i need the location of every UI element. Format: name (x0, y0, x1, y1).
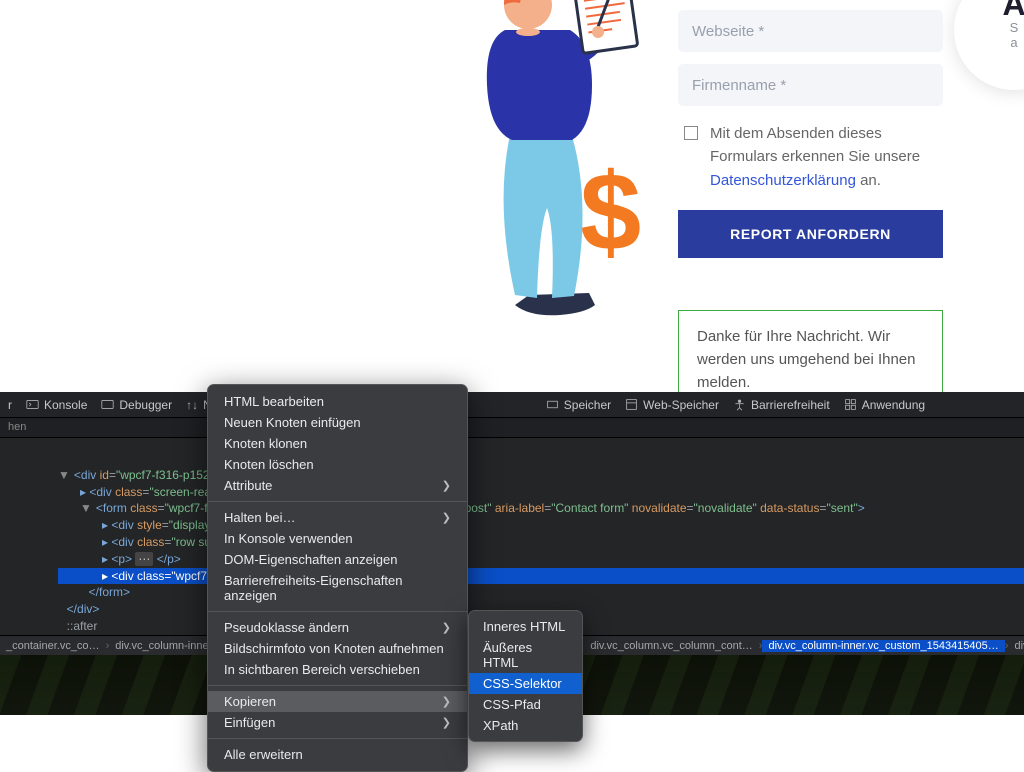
consent-text: Mit dem Absenden dieses Formulars erkenn… (710, 122, 943, 192)
dom-selected-node: ▸ <div class="wpcf7-res… (58, 568, 1024, 585)
person-illustration: $ (460, 0, 660, 340)
ctx-pseudo-class[interactable]: Pseudoklasse ändern❯ (208, 617, 467, 638)
ctx-clone-node[interactable]: Knoten klonen (208, 433, 467, 454)
ctx-scroll-into[interactable]: In sichtbaren Bereich verschieben (208, 659, 467, 680)
copy-inner-html[interactable]: Inneres HTML (469, 616, 582, 637)
copy-submenu: Inneres HTML Äußeres HTML CSS-Selektor C… (468, 610, 583, 742)
tab-webstorage[interactable]: Web-Speicher (625, 398, 719, 412)
tab-debugger[interactable]: Debugger (101, 398, 172, 412)
webpage-area: $ (0, 0, 1024, 395)
tab-memory[interactable]: Speicher (546, 398, 611, 412)
submit-button[interactable]: REPORT ANFORDERN (678, 210, 943, 258)
ctx-sep (208, 501, 467, 502)
crumb[interactable]: div.vc_column-inner. (109, 640, 220, 652)
crumb[interactable]: div.wpb_wrapper (1008, 640, 1024, 652)
ctx-break-on[interactable]: Halten bei…❯ (208, 507, 467, 528)
ctx-sep (208, 738, 467, 739)
badge-letter: A (1002, 0, 1024, 20)
tab-application[interactable]: Anwendung (844, 398, 925, 412)
copy-xpath[interactable]: XPath (469, 715, 582, 736)
contact-form: Mit dem Absenden dieses Formulars erkenn… (678, 10, 943, 410)
ctx-delete-node[interactable]: Knoten löschen (208, 454, 467, 475)
ctx-expand-all[interactable]: Alle erweitern (208, 744, 467, 765)
ctx-paste[interactable]: Einfügen❯ (208, 712, 467, 733)
devtools-tabs: r Konsole Debugger ↑↓Netz Speicher Web-S… (0, 392, 1024, 418)
company-field[interactable] (678, 64, 943, 106)
devtools-search-bar[interactable]: hen (0, 418, 1024, 438)
tab-accessibility[interactable]: Barrierefreiheit (733, 398, 830, 412)
ctx-sep (208, 611, 467, 612)
privacy-link[interactable]: Datenschutzerklärung (710, 172, 856, 189)
crumb[interactable]: div.vc_column.vc_column_cont… (584, 640, 758, 652)
tab-console[interactable]: Konsole (26, 398, 87, 412)
ctx-edit-html[interactable]: HTML bearbeiten (208, 391, 467, 412)
svg-text:$: $ (580, 151, 641, 274)
context-menu: HTML bearbeiten Neuen Knoten einfügen Kn… (207, 384, 468, 772)
ctx-insert-node[interactable]: Neuen Knoten einfügen (208, 412, 467, 433)
ctx-screenshot[interactable]: Bildschirmfoto von Knoten aufnehmen (208, 638, 467, 659)
consent-checkbox[interactable] (684, 126, 698, 140)
crumb-selected[interactable]: div.vc_column-inner.vc_custom_1543415405… (762, 640, 1004, 652)
tab-inspector-suffix[interactable]: r (8, 398, 12, 412)
copy-css-path[interactable]: CSS-Pfad (469, 694, 582, 715)
crumb[interactable]: _container.vc_co… (0, 640, 106, 652)
copy-outer-html[interactable]: Äußeres HTML (469, 637, 582, 673)
ctx-show-a11y[interactable]: Barrierefreiheits-Eigenschaften anzeigen (208, 570, 467, 606)
copy-css-selector[interactable]: CSS-Selektor (469, 673, 582, 694)
ctx-show-dom-props[interactable]: DOM-Eigenschaften anzeigen (208, 549, 467, 570)
consent-row: Mit dem Absenden dieses Formulars erkenn… (684, 122, 943, 192)
ctx-use-in-console[interactable]: In Konsole verwenden (208, 528, 467, 549)
website-field[interactable] (678, 10, 943, 52)
side-badge: A S a (954, 0, 1024, 90)
ctx-attributes[interactable]: Attribute❯ (208, 475, 467, 496)
ctx-sep (208, 685, 467, 686)
dom-tree[interactable]: ▼<div id="wpcf7-f316-p152… ▸ <div class=… (0, 438, 1024, 635)
ctx-copy[interactable]: Kopieren❯ (208, 691, 467, 712)
